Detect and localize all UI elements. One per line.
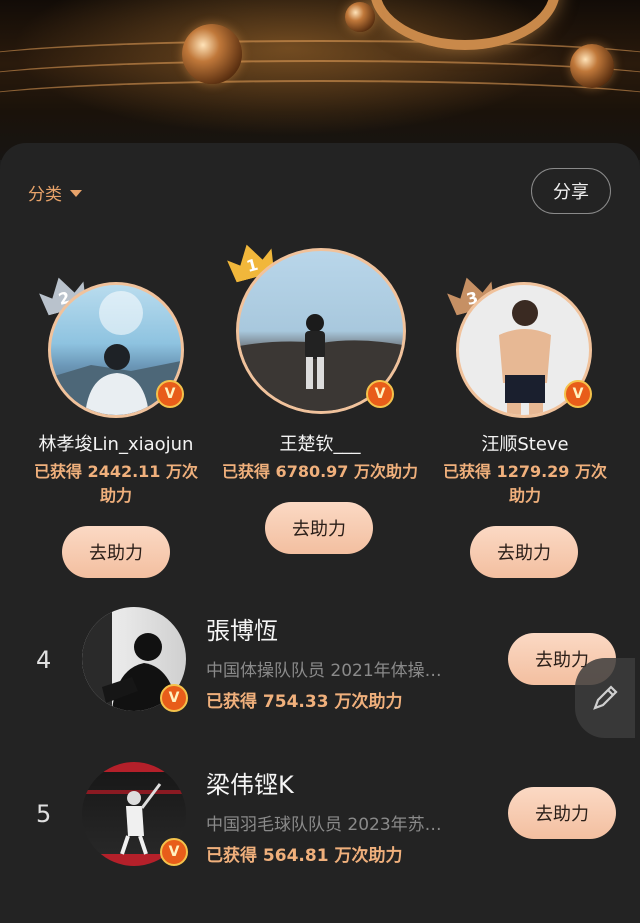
banner-bead: [570, 44, 614, 88]
list-stat-4-suffix: 万次助力: [328, 692, 403, 712]
list-stat-5: 已获得 564.81 万次助力: [206, 841, 402, 866]
podium-stat-2-line1: 已获得 2442.11 万次: [33, 462, 199, 481]
rank-1-number: 1: [244, 254, 260, 276]
boost-button-2[interactable]: 去助力: [62, 526, 170, 578]
podium-stat-3-line1: 已获得 1279.29 万次: [442, 462, 608, 481]
podium-stat-2: 已获得 2442.11 万次 助力: [20, 460, 212, 508]
banner-bead: [182, 24, 242, 84]
verified-v-icon: V: [160, 838, 188, 866]
share-button[interactable]: 分享: [531, 168, 611, 214]
top-banner: [0, 0, 640, 160]
boost-button-5[interactable]: 去助力: [508, 787, 616, 839]
list-stat-5-value: 564.81: [262, 846, 329, 866]
list-stat-4-prefix: 已获得: [206, 692, 263, 712]
verified-v-icon: V: [366, 380, 394, 408]
list-rank-4: 4: [36, 646, 52, 674]
podium-stat-3-line2: 助力: [508, 486, 541, 505]
podium-name-2: 林孝埈Lin_xiaojun: [38, 434, 194, 455]
category-label: 分类: [28, 185, 62, 205]
list-stat-5-suffix: 万次助力: [328, 846, 403, 866]
boost-button-1[interactable]: 去助力: [265, 502, 373, 554]
banner-bead: [345, 2, 375, 32]
list-stat-5-prefix: 已获得: [206, 846, 263, 866]
list-desc-5: 中国羽毛球队队员 2023年苏…: [206, 815, 442, 835]
pencil-icon: [593, 685, 618, 710]
list-rank-5: 5: [36, 800, 52, 828]
podium-stat-3: 已获得 1279.29 万次 助力: [430, 460, 620, 508]
caret-down-icon: [70, 190, 82, 197]
edit-fab[interactable]: [575, 658, 635, 738]
podium-name-3: 汪顺Steve: [481, 434, 569, 455]
verified-v-icon: V: [156, 380, 184, 408]
podium-stat-2-line2: 助力: [99, 486, 132, 505]
list-desc-4: 中国体操队队员 2021年体操…: [206, 661, 442, 681]
boost-button-3[interactable]: 去助力: [470, 526, 578, 578]
podium-name-1: 王楚钦___: [279, 434, 361, 455]
verified-v-icon: V: [160, 684, 188, 712]
list-stat-4: 已获得 754.33 万次助力: [206, 687, 402, 712]
category-dropdown[interactable]: 分类: [28, 180, 82, 205]
verified-v-icon: V: [564, 380, 592, 408]
banner-wave: [0, 80, 640, 122]
podium-stat-1: 已获得 6780.97 万次助力: [221, 462, 419, 481]
list-stat-4-value: 754.33: [262, 692, 329, 712]
list-name-4: 張博恆: [206, 617, 278, 645]
list-name-5: 梁伟铿K: [206, 771, 294, 799]
